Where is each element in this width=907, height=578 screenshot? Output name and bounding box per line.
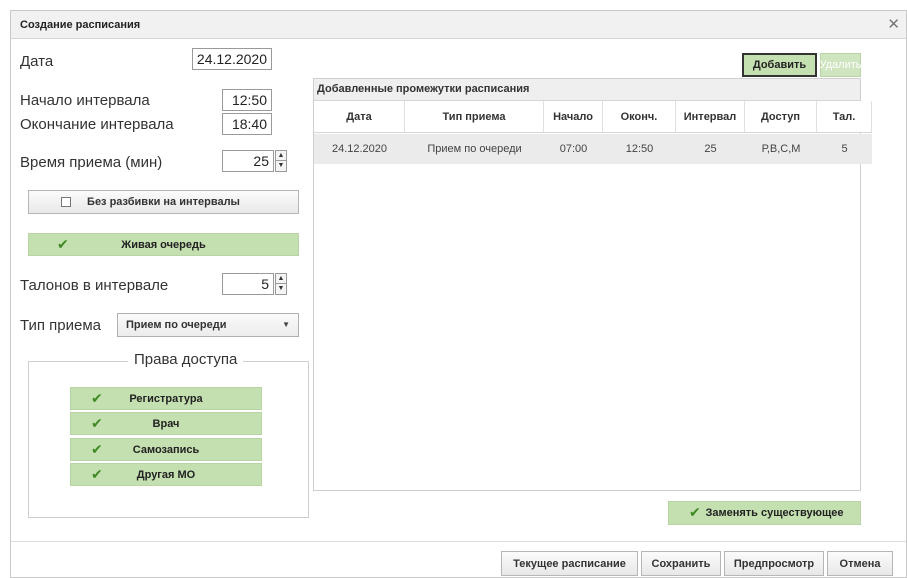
check-icon: ✔ xyxy=(91,390,103,406)
preview-button[interactable]: Предпросмотр xyxy=(724,551,824,576)
date-field[interactable]: 24.12.2020 xyxy=(192,48,272,70)
checkbox-icon[interactable] xyxy=(61,197,71,207)
type-select-value: Прием по очереди xyxy=(126,319,227,331)
add-button-label: Добавить xyxy=(752,59,807,71)
table-header: Дата Тип приема Начало Оконч. Интервал Д… xyxy=(314,101,872,133)
schedule-dialog: Создание расписания ✕ Дата 24.12.2020 На… xyxy=(10,10,907,578)
column-header[interactable]: Оконч. xyxy=(603,101,676,132)
access-item-label: Другая МО xyxy=(136,468,196,481)
panel-title: Добавленные промежутки расписания xyxy=(314,79,860,101)
duration-field[interactable]: 25 xyxy=(222,150,274,172)
column-header[interactable]: Начало xyxy=(544,101,603,132)
tickets-spinner[interactable]: ▲ ▼ xyxy=(275,273,287,295)
chevron-down-icon[interactable]: ▼ xyxy=(282,314,290,336)
dialog-titlebar: Создание расписания ✕ xyxy=(11,11,906,39)
save-label: Сохранить xyxy=(651,557,711,570)
current-schedule-button[interactable]: Текущее расписание xyxy=(501,551,638,576)
column-header[interactable]: Интервал xyxy=(676,101,745,132)
access-legend: Права доступа xyxy=(128,351,244,368)
start-label: Начало интервала xyxy=(20,92,150,109)
table-row[interactable]: 24.12.2020 Прием по очереди 07:00 12:50 … xyxy=(314,134,872,164)
table-cell: 07:00 xyxy=(559,143,588,155)
table-cell: Р,В,С,М xyxy=(761,143,801,155)
footer-divider xyxy=(11,541,906,542)
spin-up-icon[interactable]: ▲ xyxy=(275,150,287,161)
type-label: Тип приема xyxy=(20,317,102,334)
access-registry-toggle[interactable]: ✔ Регистратура xyxy=(70,387,262,410)
end-time-field[interactable]: 18:40 xyxy=(222,113,272,135)
column-header[interactable]: Доступ xyxy=(745,101,817,132)
tickets-label: Талонов в интервале xyxy=(20,277,169,294)
access-item-label: Самозапись xyxy=(132,443,200,456)
replace-label: Заменять существующее xyxy=(705,507,844,519)
duration-spinner[interactable]: ▲ ▼ xyxy=(275,150,287,172)
spin-up-icon[interactable]: ▲ xyxy=(275,273,287,284)
live-queue-toggle[interactable]: ✔ Живая очередь xyxy=(28,233,299,256)
access-self-signup-toggle[interactable]: ✔ Самозапись xyxy=(70,438,262,461)
tickets-field[interactable]: 5 xyxy=(222,273,274,295)
table-cell: Прием по очереди xyxy=(427,143,522,155)
table-cell: 25 xyxy=(704,143,717,155)
access-doctor-toggle[interactable]: ✔ Врач xyxy=(70,412,262,435)
access-item-label: Врач xyxy=(152,417,180,430)
access-rights-group: Права доступа ✔ Регистратура ✔ Врач ✔ Са… xyxy=(28,351,309,518)
dialog-title: Создание расписания xyxy=(20,19,141,31)
table-cell: 5 xyxy=(841,143,848,155)
no-split-label: Без разбивки на интервалы xyxy=(87,196,240,208)
duration-label: Время приема (мин) xyxy=(20,154,163,171)
date-label: Дата xyxy=(20,53,54,70)
schedule-intervals-panel: Добавленные промежутки расписания Дата Т… xyxy=(313,78,872,491)
table-cell: 12:50 xyxy=(625,143,654,155)
column-header[interactable]: Тип приема xyxy=(405,101,544,132)
column-header[interactable]: Тал. xyxy=(817,101,872,132)
check-icon: ✔ xyxy=(91,466,103,482)
check-icon: ✔ xyxy=(57,236,69,252)
current-schedule-label: Текущее расписание xyxy=(513,557,626,570)
replace-existing-toggle[interactable]: ✔ Заменять существующее xyxy=(668,501,861,525)
start-time-field[interactable]: 12:50 xyxy=(222,89,272,111)
check-icon: ✔ xyxy=(689,504,701,520)
spin-down-icon[interactable]: ▼ xyxy=(275,161,287,172)
access-other-mo-toggle[interactable]: ✔ Другая МО xyxy=(70,463,262,486)
check-icon: ✔ xyxy=(91,415,103,431)
type-select[interactable]: Прием по очереди ▼ xyxy=(117,313,299,337)
save-button[interactable]: Сохранить xyxy=(641,551,721,576)
end-label: Окончание интервала xyxy=(20,116,174,133)
close-icon[interactable]: ✕ xyxy=(887,15,900,33)
preview-label: Предпросмотр xyxy=(733,557,815,570)
table-cell: 24.12.2020 xyxy=(331,143,388,155)
delete-button-label: Удалить xyxy=(819,59,862,71)
cancel-button[interactable]: Отмена xyxy=(827,551,893,576)
spin-down-icon[interactable]: ▼ xyxy=(275,284,287,295)
cancel-label: Отмена xyxy=(839,557,881,570)
add-button[interactable]: Добавить xyxy=(742,53,817,77)
no-split-toggle[interactable]: Без разбивки на интервалы xyxy=(28,190,299,214)
column-header[interactable]: Дата xyxy=(314,101,405,132)
check-icon: ✔ xyxy=(91,441,103,457)
delete-button[interactable]: Удалить xyxy=(819,53,862,77)
live-queue-label: Живая очередь xyxy=(121,238,206,251)
access-item-label: Регистратура xyxy=(129,392,203,405)
